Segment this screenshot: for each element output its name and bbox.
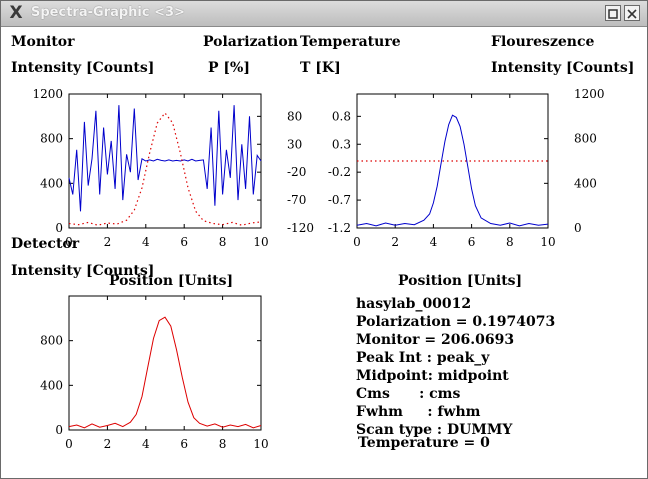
- y-tick-label: 400: [40, 378, 63, 392]
- x-tick-label: 4: [142, 235, 150, 249]
- info-line: Peak Int : peak_y: [356, 350, 490, 366]
- detector-label: Detector: [11, 236, 80, 252]
- info-line: hasylab_00012: [356, 296, 471, 312]
- x-tick-label: 4: [430, 235, 438, 249]
- polarization-label: Polarization: [203, 34, 298, 50]
- x-tick-label: 4: [142, 437, 150, 451]
- x-tick-label: 6: [180, 437, 188, 451]
- y-tick-label: 1200: [32, 87, 63, 101]
- y-tick-label: 0: [55, 221, 63, 235]
- maximize-button[interactable]: [605, 5, 621, 21]
- x-tick-label: 6: [468, 235, 476, 249]
- fluorescence-unit-label: Intensity [Counts]: [491, 60, 634, 76]
- temperature-label: Temperature: [300, 34, 401, 50]
- window-titlebar[interactable]: X Spectra-Graphic <3>: [1, 1, 647, 27]
- y-tick-label: -0.2: [328, 165, 351, 179]
- polarization-unit-label: P [%]: [208, 60, 250, 76]
- y2-tick-label: -20: [287, 165, 306, 179]
- plot-canvas: Monitor Intensity [Counts] Polarization …: [1, 27, 647, 478]
- y-tick-label: -0.7: [328, 193, 351, 207]
- monitor-label: Monitor: [11, 34, 75, 50]
- x-tick-label: 2: [104, 437, 112, 451]
- x-tick-label: 10: [253, 437, 268, 451]
- y-tick-label: 0.8: [332, 109, 351, 123]
- position-label-left: Position [Units]: [109, 273, 233, 289]
- x-tick-label: 8: [506, 235, 514, 249]
- scan-info-panel: hasylab_00012 Polarization = 0.1974073 M…: [356, 296, 555, 451]
- x-tick-label: 2: [391, 235, 399, 249]
- y2-tick-label: 0: [574, 221, 582, 235]
- polarization-series-line: [68, 112, 262, 226]
- info-line: Midpoint: midpoint: [356, 368, 509, 384]
- series-group-monitor: [68, 105, 262, 226]
- y2-tick-label: 1200: [574, 87, 605, 101]
- plots-svg: Monitor Intensity [Counts] Polarization …: [11, 34, 634, 451]
- y-tick-label: 800: [40, 132, 63, 146]
- y2-tick-label: -120: [287, 221, 314, 235]
- monitor-series-line: [68, 105, 262, 212]
- x-tick-label: 10: [253, 235, 268, 249]
- series-group-temperature: [356, 114, 549, 227]
- y2-tick-label: 80: [287, 109, 302, 123]
- y2-tick-label: -70: [287, 193, 306, 207]
- window-title: Spectra-Graphic <3>: [31, 5, 185, 20]
- temperature-unit-label: T [K]: [300, 60, 341, 76]
- y-tick-label: 0: [55, 423, 63, 437]
- maximize-icon: [608, 9, 618, 19]
- close-button[interactable]: [624, 5, 640, 21]
- spectra-graphic-window: X Spectra-Graphic <3> Monitor Intensity …: [0, 0, 648, 479]
- x-tick-label: 10: [540, 235, 555, 249]
- y2-tick-label: 400: [574, 176, 597, 190]
- chart-frame-detector: [68, 295, 262, 431]
- tick-group-detector: 0 2 4 6 8 10 0 400 800: [40, 296, 269, 451]
- close-icon: [627, 9, 637, 19]
- x-tick-label: 6: [180, 235, 188, 249]
- info-line: Monitor = 206.0693: [356, 332, 514, 348]
- fluorescence-label: Floureszence: [491, 34, 595, 50]
- info-line: Fwhm : fwhm: [356, 404, 481, 420]
- x-logo-icon[interactable]: X: [7, 4, 25, 22]
- info-line: Cms : cms: [356, 386, 460, 402]
- tick-group-temperature: 0 2 4 6 8 10 -1.2 -0.7 -0.2 0.3 0.8 0 400 800 1200: [328, 87, 605, 249]
- info-line: Polarization = 0.1974073: [356, 314, 555, 330]
- x-tick-label: 2: [104, 235, 112, 249]
- position-label-right: Position [Units]: [398, 273, 522, 289]
- x-tick-label: 0: [65, 437, 73, 451]
- monitor-unit-label: Intensity [Counts]: [11, 60, 154, 76]
- y-tick-label: 400: [40, 176, 63, 190]
- temperature-series-line: [356, 114, 549, 227]
- series-group-detector: [68, 316, 262, 429]
- y-tick-label: 0.3: [332, 137, 351, 151]
- detector-series-line: [68, 316, 262, 429]
- info-line: Temperature = 0: [358, 435, 490, 451]
- y-tick-label: 800: [40, 334, 63, 348]
- y2-tick-label: 800: [574, 132, 597, 146]
- y-tick-label: -1.2: [328, 221, 351, 235]
- x-tick-label: 8: [219, 437, 227, 451]
- x-tick-label: 8: [219, 235, 227, 249]
- y2-tick-label: 30: [287, 137, 302, 151]
- x-tick-label: 0: [353, 235, 361, 249]
